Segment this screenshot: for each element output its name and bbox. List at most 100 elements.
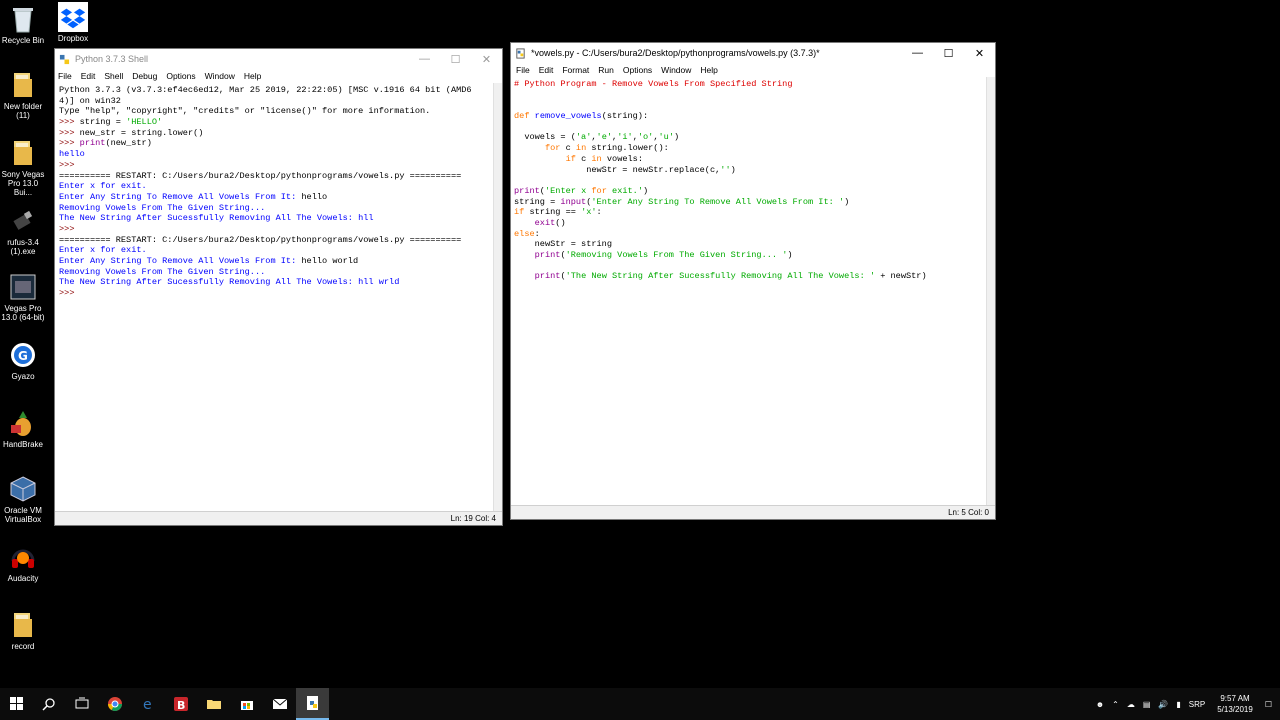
- shell-line: Enter Any String To Remove All Vowels Fr…: [59, 191, 328, 202]
- desktop-icon-oracle-vm[interactable]: Oracle VM VirtualBox: [0, 474, 46, 524]
- python-shell-window[interactable]: Python 3.7.3 Shell — ☐ ✕ File Edit Shell De…: [54, 48, 503, 526]
- shell-line: >>> string = 'HELLO': [59, 117, 163, 128]
- idle-icon[interactable]: [296, 688, 329, 720]
- desktop-icon-gyazo[interactable]: G Gyazo: [0, 340, 46, 381]
- chrome-icon[interactable]: [98, 688, 131, 720]
- desktop-icon-record[interactable]: record: [0, 610, 46, 651]
- file-explorer-icon[interactable]: [197, 688, 230, 720]
- desktop-icon-sony-vegas[interactable]: Sony Vegas Pro 13.0 Bui...: [0, 138, 46, 197]
- desktop-icon-audacity[interactable]: Audacity: [0, 542, 46, 583]
- menu-help[interactable]: Help: [700, 65, 717, 75]
- desktop-icon-handbrake[interactable]: HandBrake: [0, 408, 46, 449]
- desktop-icon-vegas-pro[interactable]: Vegas Pro 13.0 (64-bit): [0, 272, 46, 322]
- shell-line: Enter x for exit.: [59, 245, 147, 256]
- editor-status-bar: Ln: 5 Col: 0: [511, 505, 995, 519]
- shell-line: The New String After Sucessfully Removin…: [59, 277, 400, 288]
- shell-output[interactable]: Python 3.7.3 (v3.7.3:ef4ec6ed12, Mar 25 …: [59, 85, 491, 299]
- desktop: Recycle Bin New folder (11) Sony Vegas Pro 1…: [0, 0, 1280, 688]
- editor-line: string = input('Enter Any String To Remo…: [514, 196, 850, 207]
- close-button[interactable]: ✕: [471, 49, 502, 69]
- store-icon[interactable]: [230, 688, 263, 720]
- menu-file[interactable]: File: [58, 71, 72, 81]
- menu-edit[interactable]: Edit: [539, 65, 554, 75]
- menu-format[interactable]: Format: [562, 65, 589, 75]
- system-tray: ☻ ⌃ ☁ ▤ 🔊 ▮ SRP 9:57 AM 5/13/2019 ☐: [1092, 688, 1280, 720]
- cloud-icon[interactable]: ☁: [1127, 700, 1135, 709]
- editor-title-bar[interactable]: *vowels.py - C:/Users/bura2/Desktop/pyth…: [511, 43, 995, 63]
- shell-title-bar[interactable]: Python 3.7.3 Shell — ☐ ✕: [55, 49, 502, 69]
- svg-text:e: e: [143, 697, 152, 712]
- desktop-icon-label: Vegas Pro 13.0 (64-bit): [1, 304, 45, 322]
- menu-debug[interactable]: Debug: [132, 71, 157, 81]
- mail-icon[interactable]: [263, 688, 296, 720]
- shell-line: ========== RESTART: C:/Users/bura2/Deskt…: [59, 170, 462, 181]
- editor-line: else:: [514, 228, 540, 239]
- editor-title: *vowels.py - C:/Users/bura2/Desktop/pyth…: [531, 48, 820, 58]
- svg-text:B: B: [177, 699, 185, 712]
- desktop-icon-label: Audacity: [7, 574, 39, 583]
- notifications-icon[interactable]: ☐: [1265, 700, 1272, 709]
- menu-edit[interactable]: Edit: [81, 71, 96, 81]
- desktop-icon-new-folder[interactable]: New folder (11): [0, 70, 46, 120]
- dropbox-icon: [58, 2, 88, 32]
- desktop-icon-recycle-bin[interactable]: Recycle Bin: [0, 4, 46, 45]
- python-icon: [59, 54, 70, 64]
- editor-window[interactable]: *vowels.py - C:/Users/bura2/Desktop/pyth…: [510, 42, 996, 520]
- menu-shell[interactable]: Shell: [104, 71, 123, 81]
- people-icon[interactable]: ☻: [1096, 700, 1104, 709]
- shell-line: Removing Vowels From The Given String...: [59, 202, 266, 213]
- menu-window[interactable]: Window: [205, 71, 235, 81]
- film-icon: [8, 272, 38, 302]
- shell-cursor-position: Ln: 19 Col: 4: [450, 514, 496, 523]
- battery-icon[interactable]: ▮: [1176, 700, 1180, 709]
- menu-help[interactable]: Help: [244, 71, 261, 81]
- network-icon[interactable]: ▤: [1143, 700, 1151, 709]
- shell-line: Python 3.7.3 (v3.7.3:ef4ec6ed12, Mar 25 …: [59, 85, 472, 95]
- editor-scrollbar[interactable]: [986, 77, 995, 505]
- edge-icon[interactable]: e: [131, 688, 164, 720]
- cube-icon: [8, 474, 38, 504]
- minimize-button[interactable]: —: [409, 49, 440, 69]
- editor-menu-bar: File Edit Format Run Options Window Help: [511, 63, 995, 77]
- desktop-icon-label: Oracle VM VirtualBox: [4, 506, 42, 524]
- desktop-icon-label: Sony Vegas Pro 13.0 Bui...: [1, 170, 45, 197]
- clock[interactable]: 9:57 AM 5/13/2019: [1217, 693, 1253, 715]
- editor-line: exit(): [534, 217, 566, 228]
- maximize-button[interactable]: ☐: [440, 49, 471, 69]
- b-app-icon[interactable]: B: [164, 688, 197, 720]
- usb-drive-icon: [8, 206, 38, 236]
- gyazo-icon: G: [8, 340, 38, 370]
- menu-options[interactable]: Options: [166, 71, 195, 81]
- shell-line: Enter x for exit.: [59, 181, 147, 192]
- maximize-button[interactable]: ☐: [933, 43, 964, 63]
- search-icon[interactable]: [32, 688, 65, 720]
- desktop-icon-rufus-3-4[interactable]: rufus-3.4 (1).exe: [0, 206, 46, 256]
- close-button[interactable]: ✕: [964, 43, 995, 63]
- clock-time: 9:57 AM: [1220, 694, 1250, 703]
- desktop-icon-dropbox[interactable]: Dropbox: [50, 2, 96, 43]
- desktop-icon-label: Dropbox: [57, 34, 89, 43]
- language-indicator[interactable]: SRP: [1189, 700, 1205, 709]
- minimize-button[interactable]: —: [902, 43, 933, 63]
- editor-line: print('Removing Vowels From The Given St…: [534, 250, 793, 260]
- clock-date: 5/13/2019: [1217, 705, 1253, 714]
- chevron-up-icon[interactable]: ⌃: [1112, 700, 1119, 709]
- pineapple-icon: [8, 408, 38, 438]
- editor-code[interactable]: # Python Program - Remove Vowels From Sp…: [514, 79, 984, 282]
- desktop-icon-label: HandBrake: [2, 440, 44, 449]
- menu-options[interactable]: Options: [623, 65, 652, 75]
- shell-scrollbar[interactable]: [493, 83, 502, 511]
- editor-line: vowels = ('a','e','i','o','u'): [514, 132, 680, 143]
- menu-file[interactable]: File: [516, 65, 530, 75]
- folder-icon: [8, 610, 38, 640]
- menu-window[interactable]: Window: [661, 65, 691, 75]
- shell-status-bar: Ln: 19 Col: 4: [55, 511, 502, 525]
- windows-start-icon[interactable]: [2, 688, 32, 720]
- speaker-icon[interactable]: 🔊: [1158, 700, 1168, 709]
- editor-line: for c in string.lower():: [544, 143, 669, 154]
- menu-run[interactable]: Run: [598, 65, 614, 75]
- editor-line: newStr = string: [514, 239, 612, 250]
- task-view-icon[interactable]: [65, 688, 98, 720]
